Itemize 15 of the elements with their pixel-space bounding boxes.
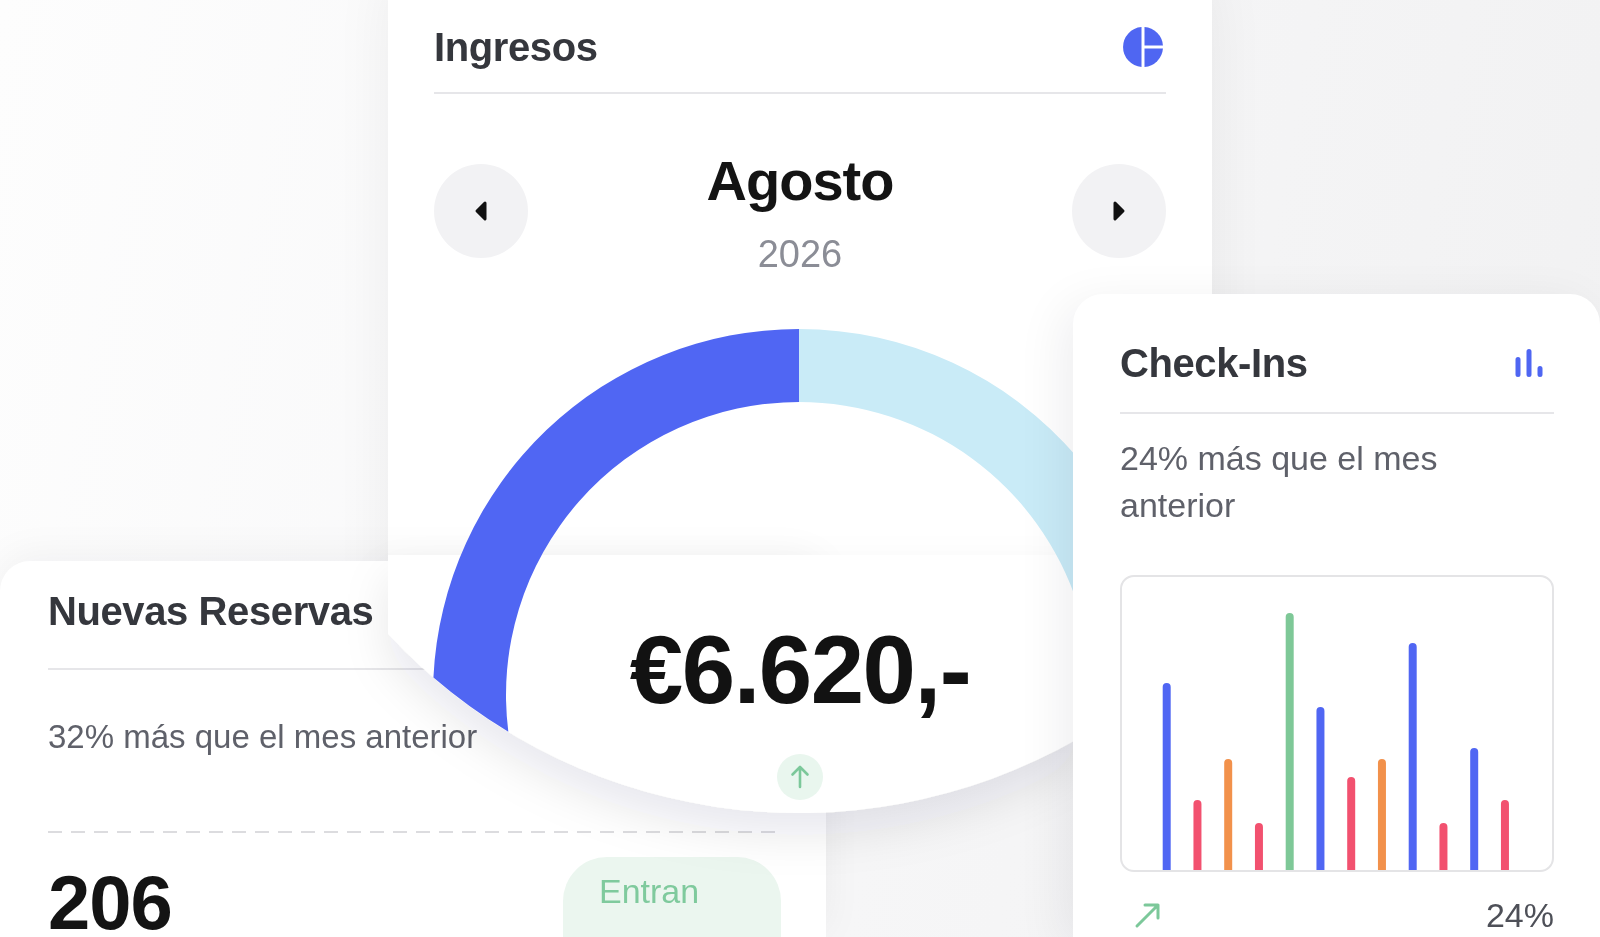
card-title: Nuevas Reservas [48,588,374,634]
pie-chart-icon [1123,27,1163,67]
count-value: 206 [48,871,172,935]
triangle-left-icon [474,200,488,222]
card-title: Check-Ins [1120,340,1308,386]
bar-chart-icon [1514,349,1544,377]
change-value: 24% [1485,895,1554,935]
triangle-right-icon [1112,200,1126,222]
card-title: Ingresos [434,24,598,70]
amount-value: €6.620,- [629,622,971,718]
comparison-text: 24% más que el mes anterior [1120,438,1439,526]
year-label: 2026 [757,232,843,276]
status-badge: Entran [563,857,781,937]
month-label: Agosto [706,150,894,212]
comparison-text: 32% más que el mes anterior [48,717,478,757]
